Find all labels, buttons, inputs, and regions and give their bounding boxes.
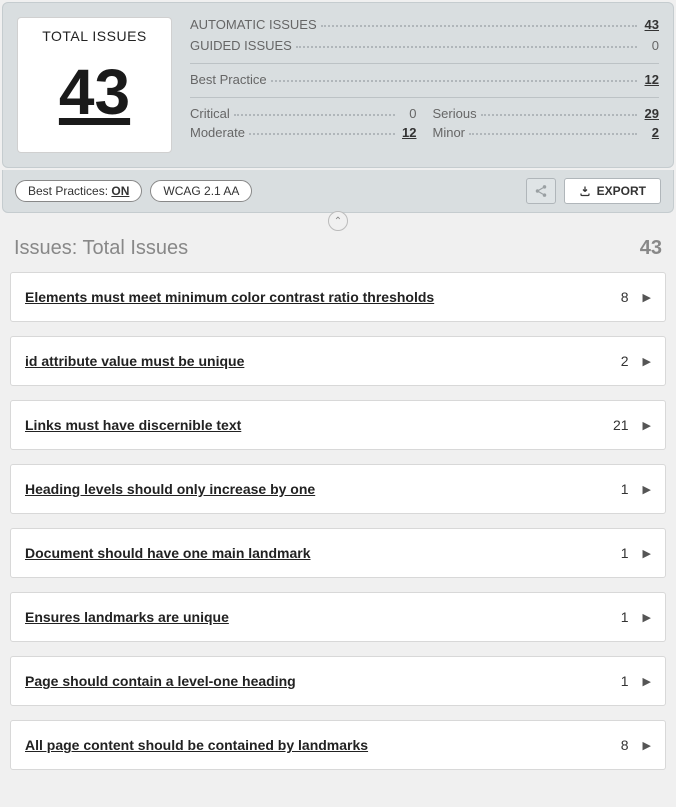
chevron-right-icon: ▶ (643, 675, 651, 688)
moderate-label: Moderate (190, 125, 245, 140)
summary-panel: TOTAL ISSUES 43 AUTOMATIC ISSUES 43 GUID… (2, 2, 674, 168)
dot-leader (234, 114, 395, 116)
issue-count: 1 (621, 673, 643, 689)
best-practices-toggle-label: Best Practices: (28, 184, 111, 198)
issue-item[interactable]: All page content should be contained by … (10, 720, 666, 770)
issue-name[interactable]: Elements must meet minimum color contras… (25, 289, 434, 305)
download-icon (579, 185, 591, 197)
issue-name[interactable]: Page should contain a level-one heading (25, 673, 296, 689)
issue-item[interactable]: id attribute value must be unique 2▶ (10, 336, 666, 386)
best-practices-toggle-state: ON (111, 184, 129, 198)
minor-row[interactable]: Minor 2 (433, 125, 660, 140)
issue-count: 8 (621, 737, 643, 753)
issue-item[interactable]: Links must have discernible text 21▶ (10, 400, 666, 450)
best-practices-toggle[interactable]: Best Practices: ON (15, 180, 142, 202)
issue-item[interactable]: Elements must meet minimum color contras… (10, 272, 666, 322)
divider (190, 63, 659, 64)
dot-leader (469, 133, 637, 135)
chevron-right-icon: ▶ (643, 355, 651, 368)
chevron-right-icon: ▶ (643, 419, 651, 432)
chevron-right-icon: ▶ (643, 483, 651, 496)
moderate-value[interactable]: 12 (399, 125, 417, 140)
wcag-filter-label: WCAG 2.1 AA (163, 184, 239, 198)
total-issues-value: 43 (26, 44, 163, 140)
collapse-handle: ⌃ (0, 213, 676, 227)
chevron-up-icon: ⌃ (334, 216, 342, 227)
moderate-row[interactable]: Moderate 12 (190, 125, 417, 140)
issue-count: 1 (621, 545, 643, 561)
critical-label: Critical (190, 106, 230, 121)
critical-value: 0 (399, 106, 417, 121)
wcag-filter[interactable]: WCAG 2.1 AA (150, 180, 252, 202)
issue-count: 1 (621, 481, 643, 497)
dot-leader (271, 80, 637, 82)
issue-name[interactable]: Heading levels should only increase by o… (25, 481, 315, 497)
issue-name[interactable]: All page content should be contained by … (25, 737, 368, 753)
automatic-issues-value[interactable]: 43 (641, 17, 659, 32)
share-icon (534, 184, 548, 198)
issue-name[interactable]: Links must have discernible text (25, 417, 241, 433)
chevron-right-icon: ▶ (643, 611, 651, 624)
issues-header-count: 43 (640, 237, 662, 260)
automatic-issues-label: AUTOMATIC ISSUES (190, 17, 317, 32)
issues-header: Issues: Total Issues 43 (0, 227, 676, 272)
automatic-issues-row[interactable]: AUTOMATIC ISSUES 43 (190, 17, 659, 32)
issue-count: 21 (613, 417, 643, 433)
chevron-right-icon: ▶ (643, 547, 651, 560)
guided-issues-value: 0 (641, 38, 659, 53)
dot-leader (481, 114, 637, 116)
issues-title: Issues: Total Issues (14, 237, 188, 260)
issue-name[interactable]: Ensures landmarks are unique (25, 609, 229, 625)
issue-count: 1 (621, 609, 643, 625)
divider (190, 97, 659, 98)
dot-leader (296, 46, 637, 48)
serious-value[interactable]: 29 (641, 106, 659, 121)
export-button[interactable]: EXPORT (564, 178, 661, 204)
issue-name[interactable]: id attribute value must be unique (25, 353, 244, 369)
share-button[interactable] (526, 178, 556, 204)
issue-item[interactable]: Heading levels should only increase by o… (10, 464, 666, 514)
minor-value[interactable]: 2 (641, 125, 659, 140)
chevron-right-icon: ▶ (643, 739, 651, 752)
issue-item[interactable]: Page should contain a level-one heading 1… (10, 656, 666, 706)
export-label: EXPORT (597, 184, 646, 198)
guided-issues-row[interactable]: GUIDED ISSUES 0 (190, 38, 659, 53)
issue-count: 2 (621, 353, 643, 369)
issue-list: Elements must meet minimum color contras… (0, 272, 676, 794)
total-issues-box[interactable]: TOTAL ISSUES 43 (17, 17, 172, 153)
total-issues-label: TOTAL ISSUES (26, 28, 163, 44)
collapse-button[interactable]: ⌃ (328, 211, 348, 231)
issue-name[interactable]: Document should have one main landmark (25, 545, 311, 561)
minor-label: Minor (433, 125, 466, 140)
best-practice-label: Best Practice (190, 72, 267, 87)
best-practice-value[interactable]: 12 (641, 72, 659, 87)
dot-leader (321, 25, 637, 27)
serious-row[interactable]: Serious 29 (433, 106, 660, 121)
critical-row[interactable]: Critical 0 (190, 106, 417, 121)
dot-leader (249, 133, 395, 135)
issue-count: 8 (621, 289, 643, 305)
guided-issues-label: GUIDED ISSUES (190, 38, 292, 53)
best-practice-row[interactable]: Best Practice 12 (190, 72, 659, 87)
issue-item[interactable]: Ensures landmarks are unique 1▶ (10, 592, 666, 642)
stats-block: AUTOMATIC ISSUES 43 GUIDED ISSUES 0 Best… (190, 17, 659, 153)
serious-label: Serious (433, 106, 477, 121)
issue-item[interactable]: Document should have one main landmark 1▶ (10, 528, 666, 578)
toolbar: Best Practices: ON WCAG 2.1 AA EXPORT (2, 170, 674, 213)
chevron-right-icon: ▶ (643, 291, 651, 304)
